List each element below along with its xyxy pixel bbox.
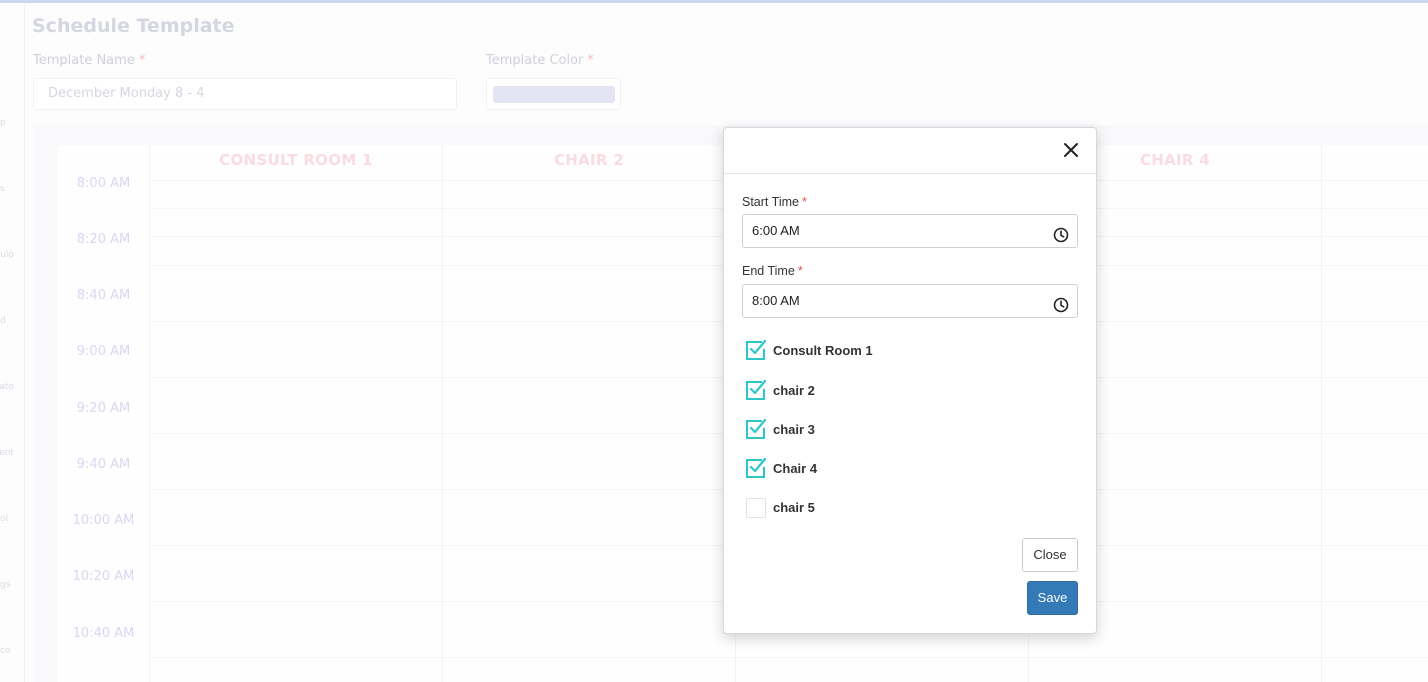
room-checkbox-consult-room-1[interactable]: Consult Room 1	[744, 339, 1064, 363]
sidebar-item[interactable]: ato	[0, 382, 14, 392]
time-slot-label: 10:20 AM	[72, 569, 135, 584]
end-time-input[interactable]: 8:00 AM	[742, 284, 1078, 318]
left-sidebar: p s ulo d ato ent ol gs co	[0, 3, 25, 682]
checkbox-label: chair 3	[773, 422, 815, 437]
checkbox-checked-icon[interactable]	[744, 339, 767, 361]
background-page: p s ulo d ato ent ol gs co Schedule Temp…	[0, 3, 1428, 682]
column-header: CONSULT ROOM 1	[219, 151, 373, 169]
schedule-column-chair-5[interactable]	[1322, 145, 1428, 682]
checkbox-label: chair 2	[773, 383, 815, 398]
column-header: CHAIR 2	[553, 151, 625, 169]
time-column: 8:00 AM 8:20 AM 8:40 AM 9:00 AM 9:20 AM …	[57, 145, 150, 682]
template-name-input[interactable]: December Monday 8 - 4	[33, 78, 457, 110]
start-time-input[interactable]: 6:00 AM	[742, 214, 1078, 248]
clock-icon[interactable]	[1053, 223, 1069, 243]
time-slot-label: 10:40 AM	[72, 626, 135, 641]
room-checkbox-chair-5[interactable]: chair 5	[744, 496, 1064, 520]
page-title: Schedule Template	[32, 15, 235, 37]
sidebar-item[interactable]: ol	[0, 514, 14, 524]
time-slot-label: 8:00 AM	[76, 176, 131, 191]
template-name-label: Template Name *	[33, 53, 146, 68]
time-slot-label: 9:40 AM	[76, 457, 131, 472]
start-time-label: Start Time *	[742, 195, 807, 209]
checkbox-checked-icon[interactable]	[744, 418, 767, 440]
checkbox-label: Consult Room 1	[773, 343, 873, 358]
room-checkbox-chair-4[interactable]: Chair 4	[744, 457, 1064, 481]
time-slot-label: 9:00 AM	[76, 344, 131, 359]
checkbox-checked-icon[interactable]	[744, 379, 767, 401]
checkbox-empty-box	[746, 498, 766, 518]
sidebar-item[interactable]: co	[0, 646, 14, 656]
room-checkbox-chair-2[interactable]: chair 2	[744, 379, 1064, 403]
color-swatch	[493, 86, 615, 103]
room-checkbox-chair-3[interactable]: chair 3	[744, 418, 1064, 442]
sidebar-item[interactable]: ulo	[0, 250, 14, 260]
start-time-value: 6:00 AM	[752, 223, 800, 238]
time-slot-label: 9:20 AM	[76, 401, 131, 416]
time-slot-label: 10:00 AM	[72, 513, 135, 528]
close-button[interactable]: Close	[1022, 538, 1078, 572]
template-color-picker[interactable]	[486, 78, 621, 110]
time-slot-modal: Start Time * 6:00 AM End Time * 8:00 AM Co…	[723, 127, 1097, 634]
clock-icon[interactable]	[1053, 293, 1069, 313]
time-slot-label: 8:40 AM	[76, 288, 131, 303]
modal-header	[724, 128, 1096, 174]
sidebar-item[interactable]: gs	[0, 580, 14, 590]
checkbox-label: Chair 4	[773, 461, 818, 476]
schedule-column-chair-2[interactable]: CHAIR 2	[443, 145, 736, 682]
save-button[interactable]: Save	[1027, 581, 1078, 615]
sidebar-item[interactable]: ent	[0, 448, 14, 458]
checkbox-label: chair 5	[773, 500, 815, 515]
end-time-label: End Time *	[742, 264, 803, 278]
time-slot-label: 8:20 AM	[76, 232, 131, 247]
checkbox-checked-icon[interactable]	[744, 457, 767, 479]
checkbox-unchecked[interactable]	[744, 496, 766, 518]
sidebar-item[interactable]: s	[0, 184, 14, 194]
template-color-label: Template Color *	[486, 53, 594, 68]
sidebar-item[interactable]: p	[0, 118, 14, 128]
close-icon[interactable]	[1060, 139, 1082, 161]
sidebar-item[interactable]: d	[0, 316, 14, 326]
end-time-value: 8:00 AM	[752, 293, 800, 308]
schedule-column-consult-room-1[interactable]: CONSULT ROOM 1	[150, 145, 443, 682]
